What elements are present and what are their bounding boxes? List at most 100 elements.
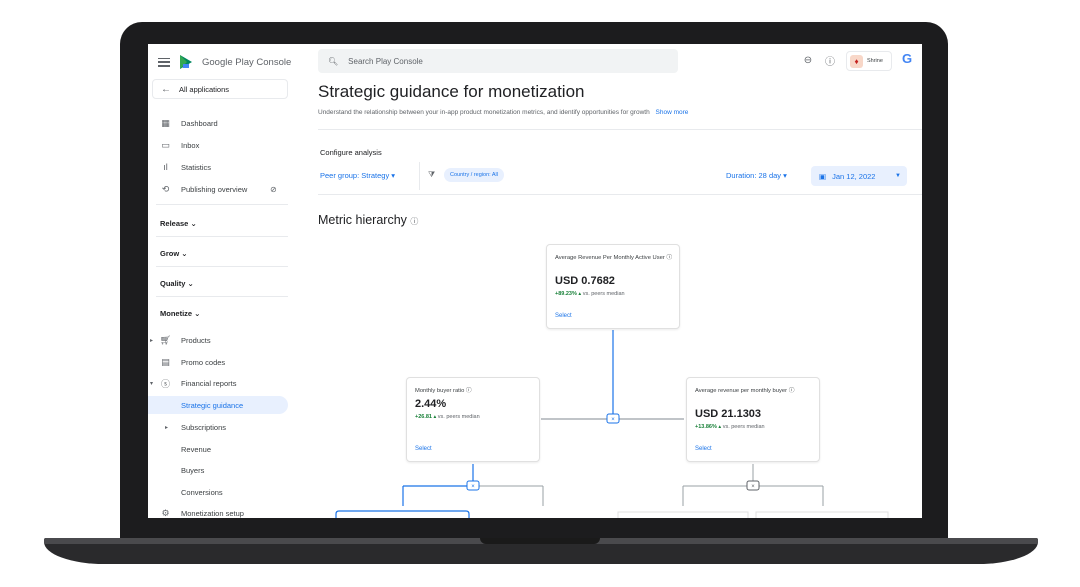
country-filter-chip[interactable]: Country / region: All — [444, 168, 504, 182]
subtitle-text: Understand the relationship between your… — [318, 109, 650, 116]
sidebar-item-label: Inbox — [181, 140, 200, 150]
promo-icon: ▤ — [161, 356, 170, 367]
sidebar-item-publishing-overview[interactable]: ⟲ Publishing overview ⊘ — [148, 180, 288, 198]
sidebar-item-label: Monetization setup — [181, 508, 244, 518]
metric-hierarchy-label: Metric hierarchy — [318, 213, 407, 227]
sidebar-item-label: Subscriptions — [181, 422, 227, 432]
inbox-icon: ▭ — [161, 139, 170, 150]
all-applications-label: All applications — [179, 84, 230, 94]
play-console-logo-icon — [180, 55, 192, 69]
sidebar-item-inbox[interactable]: ▭ Inbox — [148, 136, 288, 154]
menu-icon[interactable] — [158, 57, 170, 67]
metric-label: Monthly buyer ratio ⓘ — [415, 388, 472, 394]
settings-icon: ⚙ — [161, 507, 170, 518]
help-icon[interactable]: ⓘ — [666, 255, 672, 261]
divider — [419, 162, 420, 190]
sidebar-item-label: Strategic guidance — [181, 400, 244, 410]
sidebar-item-strategic-guidance[interactable]: Strategic guidance — [148, 396, 288, 414]
link-icon[interactable]: ⊖ — [802, 54, 814, 66]
caret-down-icon: ▾ — [150, 380, 154, 387]
caret-right-icon: ▸ — [165, 424, 169, 431]
svg-text:×: × — [471, 484, 475, 490]
help-icon[interactable]: ⓘ — [789, 388, 795, 394]
metric-change: +89.23% ▴ vs. peers median — [555, 291, 625, 297]
sidebar-item-label: Revenue — [181, 444, 212, 454]
peer-group-dropdown[interactable]: Peer group: Strategy ▾ — [320, 171, 395, 180]
brand: Google Play Console — [158, 52, 291, 72]
search-placeholder: Search Play Console — [348, 56, 423, 66]
sidebar-item-label: Promo codes — [181, 357, 226, 367]
sidebar-section-monetize[interactable]: Monetize ⌄ — [148, 304, 288, 322]
all-applications-button[interactable]: ← All applications — [152, 79, 288, 99]
configure-analysis-label: Configure analysis — [320, 148, 382, 157]
app-avatar-icon: ♦ — [850, 54, 863, 68]
divider — [156, 236, 288, 237]
sidebar-section-release[interactable]: Release ⌄ — [148, 214, 288, 232]
sidebar-item-conversions[interactable]: Conversions — [148, 483, 288, 501]
divider — [156, 296, 288, 297]
sidebar-item-dashboard[interactable]: ▦ Dashboard — [148, 114, 288, 132]
google-account-icon[interactable]: G — [902, 51, 912, 66]
caret-right-icon: ▸ — [150, 337, 154, 344]
sidebar-item-label: Products — [181, 335, 211, 345]
sidebar-item-products[interactable]: ▸ 🛒︎ Products — [148, 331, 288, 349]
metric-card-buyer-ratio: Monthly buyer ratio ⓘ 2.44% +26.81 ▴ vs.… — [406, 377, 540, 462]
arrow-back-icon: ← — [161, 83, 171, 95]
publishing-icon: ⟲ — [161, 183, 170, 194]
sidebar-item-buyers[interactable]: Buyers — [148, 461, 288, 479]
bottom-cards-partial — [335, 510, 470, 518]
dollar-icon: ⓢ — [160, 378, 170, 389]
select-button[interactable]: Select — [415, 446, 432, 452]
metric-value: USD 21.1303 — [695, 408, 762, 420]
sidebar-item-label: Publishing overview — [181, 184, 248, 194]
sidebar-item-statistics[interactable]: ıl Statistics — [148, 158, 288, 176]
connector-lines-grey — [478, 464, 824, 506]
help-icon[interactable]: ⓘ — [410, 217, 418, 226]
laptop-notch — [480, 538, 600, 544]
metric-label: Average revenue per monthly buyer ⓘ — [695, 388, 795, 394]
account-switcher[interactable]: ♦ Shrine — [846, 51, 892, 71]
metric-change: +26.81 ▴ vs. peers median — [415, 414, 480, 420]
metric-card-arpmau: Average Revenue Per Monthly Active User … — [546, 244, 680, 329]
select-button[interactable]: Select — [555, 313, 572, 319]
metric-card-arpmb: Average revenue per monthly buyer ⓘ USD … — [686, 377, 820, 462]
section-label: Monetize ⌄ — [160, 308, 201, 318]
metric-value: USD 0.7682 — [555, 275, 615, 287]
sidebar-section-grow[interactable]: Grow ⌄ — [148, 244, 288, 262]
section-label: Release ⌄ — [160, 218, 197, 228]
sidebar-item-financial-reports[interactable]: ▾ ⓢ Financial reports — [148, 374, 288, 392]
divider — [156, 204, 288, 205]
search-icon: 🔍︎ — [328, 56, 339, 66]
screen: Google Play Console ← All applications ▦… — [148, 44, 922, 518]
divider — [156, 266, 288, 267]
dashboard-icon: ▦ — [161, 117, 170, 128]
sidebar-section-quality[interactable]: Quality ⌄ — [148, 274, 288, 292]
metric-change: +13.86% ▴ vs. peers median — [695, 424, 765, 430]
svg-text:×: × — [611, 417, 615, 423]
help-icon[interactable]: ⓘ — [824, 54, 836, 68]
duration-dropdown[interactable]: Duration: 28 day ▾ — [726, 171, 787, 180]
date-value: Jan 12, 2022 — [832, 171, 876, 181]
page-title: Strategic guidance for monetization — [318, 82, 585, 101]
search-input[interactable]: 🔍︎ Search Play Console — [318, 49, 678, 73]
sidebar-item-label: Buyers — [181, 465, 205, 475]
sidebar-item-monetization-setup[interactable]: ⚙ Monetization setup — [148, 504, 288, 518]
statistics-icon: ıl — [163, 162, 168, 172]
metric-value: 2.44% — [415, 398, 447, 410]
section-label: Quality ⌄ — [160, 278, 194, 288]
bottom-cards-partial-grey — [617, 511, 889, 518]
show-more-link[interactable]: Show more — [656, 109, 689, 116]
sidebar-item-label: Statistics — [181, 162, 212, 172]
sidebar: Google Play Console ← All applications ▦… — [148, 44, 293, 518]
date-picker[interactable]: ▣ Jan 12, 2022 ▼ — [811, 166, 907, 186]
page-subtitle: Understand the relationship between your… — [318, 109, 688, 116]
sidebar-item-promo-codes[interactable]: ▤ Promo codes — [148, 353, 288, 371]
help-icon[interactable]: ⓘ — [466, 388, 472, 394]
select-button[interactable]: Select — [695, 446, 712, 452]
sidebar-item-subscriptions[interactable]: ▸ Subscriptions — [148, 418, 288, 436]
metric-label: Average Revenue Per Monthly Active User … — [555, 255, 673, 261]
sync-icon: ⊘ — [270, 184, 277, 194]
sidebar-item-revenue[interactable]: Revenue — [148, 440, 288, 458]
divider — [318, 194, 922, 195]
filter-icon: ⧩ — [428, 170, 436, 179]
